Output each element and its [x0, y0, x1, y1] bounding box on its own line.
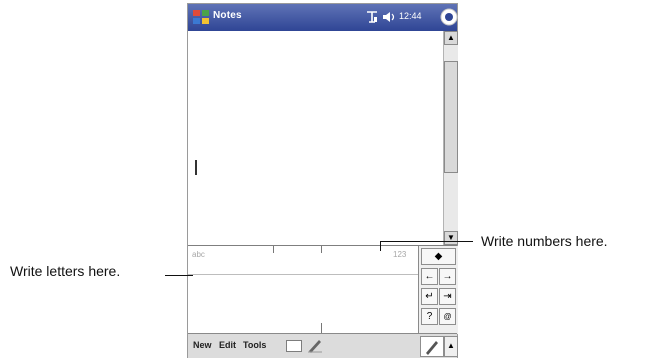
arrow-right-key[interactable]: →	[439, 268, 456, 285]
scroll-thumb[interactable]	[444, 61, 458, 173]
scroll-up-button[interactable]: ▲	[444, 31, 458, 45]
keyboard-icon[interactable]	[286, 340, 302, 352]
baseline-guide	[188, 274, 418, 275]
arrow-left-key[interactable]: ←	[421, 268, 438, 285]
zone-divider-top	[273, 246, 274, 253]
input-pen-icon[interactable]	[420, 336, 444, 357]
title-bar: Notes 12:44	[188, 4, 458, 31]
vertical-scrollbar[interactable]: ▲ ▼	[443, 31, 458, 245]
pocket-pc-screen: Notes 12:44 ▲ ▼ abc 123 ◆ ← → ↵ ⇥ ? @ Ne…	[187, 3, 458, 358]
clock[interactable]: 12:44	[399, 11, 422, 21]
start-icon[interactable]	[192, 9, 210, 25]
letters-leader	[165, 275, 193, 276]
menu-edit[interactable]: Edit	[219, 340, 236, 350]
menu-tools[interactable]: Tools	[243, 340, 266, 350]
connectivity-icon[interactable]	[365, 10, 379, 24]
scroll-down-button[interactable]: ▼	[444, 231, 458, 245]
space-key[interactable]: ◆	[421, 248, 456, 265]
symbol-key[interactable]: @	[439, 308, 456, 325]
numbers-zone-label: 123	[393, 250, 407, 259]
menu-bar: New Edit Tools ▲	[188, 333, 458, 358]
numbers-leader-vertical	[380, 241, 381, 251]
numbers-leader-horizontal	[380, 241, 473, 242]
ok-icon[interactable]	[440, 8, 458, 26]
zone-divider-top-right	[321, 246, 322, 253]
menu-new[interactable]: New	[193, 340, 212, 350]
enter-key[interactable]: ↵	[421, 288, 438, 305]
help-key[interactable]: ?	[421, 308, 438, 325]
tab-key[interactable]: ⇥	[439, 288, 456, 305]
letters-callout: Write letters here.	[10, 263, 121, 279]
volume-icon[interactable]	[382, 10, 397, 24]
letters-zone-label: abc	[192, 250, 205, 259]
note-document-area[interactable]	[188, 31, 443, 245]
app-title: Notes	[213, 10, 242, 21]
special-keys-column: ◆ ← → ↵ ⇥ ? @	[418, 246, 458, 334]
writing-area[interactable]: abc 123	[188, 246, 418, 334]
input-arrow-icon[interactable]: ▲	[444, 336, 458, 357]
numbers-callout: Write numbers here.	[481, 233, 608, 249]
pen-icon[interactable]	[306, 337, 324, 353]
handwriting-input-panel: abc 123 ◆ ← → ↵ ⇥ ? @	[188, 245, 458, 334]
text-caret	[195, 160, 197, 175]
